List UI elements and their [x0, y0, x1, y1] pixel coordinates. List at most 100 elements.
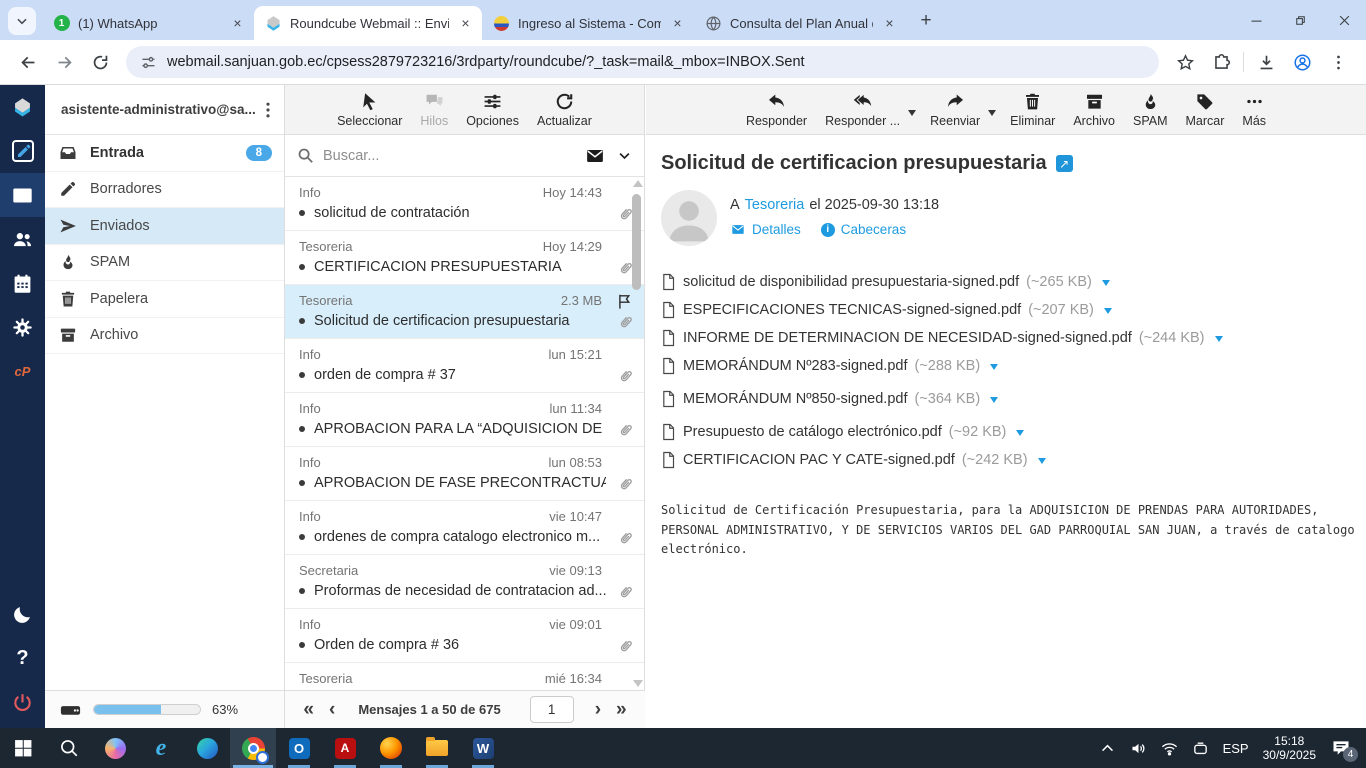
folder-item[interactable]: Entrada 8: [45, 135, 284, 172]
attachment-name[interactable]: MEMORÁNDUM Nº283-signed.pdf: [683, 352, 907, 380]
message-row[interactable]: Info lun 15:21 orden de compra # 37: [285, 339, 644, 393]
message-row[interactable]: Info Hoy 14:43 solicitud de contratación: [285, 177, 644, 231]
profile-button[interactable]: [1286, 46, 1318, 78]
attachment-menu-caret-icon[interactable]: [990, 364, 999, 374]
message-toolbar-button[interactable]: Responder ...: [820, 88, 917, 132]
message-row[interactable]: Tesoreria 2.3 MB Solicitud de certificac…: [285, 285, 644, 339]
message-row[interactable]: Info vie 09:01 Orden de compra # 36: [285, 609, 644, 663]
folder-item[interactable]: Papelera: [45, 281, 284, 318]
scrollbar-thumb[interactable]: [632, 194, 641, 290]
word-button[interactable]: W: [460, 728, 506, 768]
message-row[interactable]: Tesoreria Hoy 14:29 CERTIFICACION PRESUP…: [285, 231, 644, 285]
scroll-down-arrow[interactable]: [633, 680, 643, 687]
help-button[interactable]: ?: [0, 636, 45, 680]
search-input[interactable]: [323, 147, 575, 164]
open-in-new-window-icon[interactable]: ↗: [1055, 155, 1073, 172]
browser-tab[interactable]: 1 (1) WhatsApp ×: [42, 6, 254, 40]
acrobat-button[interactable]: A: [322, 728, 368, 768]
taskbar-search-button[interactable]: [46, 728, 92, 768]
folder-menu-icon[interactable]: [258, 100, 278, 120]
attachment-name[interactable]: CERTIFICACION PAC Y CATE-signed.pdf: [683, 446, 955, 474]
attachment-menu-caret-icon[interactable]: [1214, 336, 1223, 346]
dropdown-caret-icon[interactable]: [988, 109, 997, 120]
tab-close-icon[interactable]: ×: [229, 15, 246, 32]
volume-icon[interactable]: [1130, 740, 1147, 757]
message-toolbar-button[interactable]: Responder: [741, 88, 812, 132]
message-toolbar-button[interactable]: Eliminar: [1005, 88, 1060, 132]
attachment-name[interactable]: ESPECIFICACIONES TECNICAS-signed-signed.…: [683, 296, 1021, 324]
tab-close-icon[interactable]: ×: [457, 15, 474, 32]
minimize-button[interactable]: [1234, 0, 1278, 40]
restore-button[interactable]: [1278, 0, 1322, 40]
list-toolbar-button[interactable]: Actualizar: [532, 88, 597, 132]
message-toolbar-button[interactable]: Más: [1237, 88, 1271, 132]
clock[interactable]: 15:18 30/9/2025: [1263, 734, 1316, 762]
list-toolbar-button[interactable]: Seleccionar: [332, 88, 407, 132]
scroll-up-arrow[interactable]: [633, 180, 643, 187]
folder-item[interactable]: Enviados: [45, 208, 284, 245]
outlook-button[interactable]: O: [276, 728, 322, 768]
notification-center-button[interactable]: 4: [1330, 738, 1358, 762]
attachment-item[interactable]: INFORME DE DETERMINACION DE NECESIDAD-si…: [661, 324, 1346, 352]
close-button[interactable]: [1322, 0, 1366, 40]
logout-button[interactable]: [0, 680, 45, 724]
calendar-nav-button[interactable]: [0, 261, 45, 305]
browser-tab[interactable]: Consulta del Plan Anual de Con ×: [694, 6, 906, 40]
attachment-name[interactable]: INFORME DE DETERMINACION DE NECESIDAD-si…: [683, 324, 1132, 352]
message-row[interactable]: Secretaria vie 09:13 Proformas de necesi…: [285, 555, 644, 609]
message-row[interactable]: Info vie 10:47 ordenes de compra catalog…: [285, 501, 644, 555]
attachment-item[interactable]: MEMORÁNDUM Nº850-signed.pdf (~364 KB): [661, 385, 999, 413]
message-toolbar-button[interactable]: Archivo: [1068, 88, 1120, 132]
reload-button[interactable]: [84, 46, 116, 78]
list-toolbar-button[interactable]: Opciones: [461, 88, 524, 132]
folder-item[interactable]: SPAM: [45, 245, 284, 281]
list-scrollbar[interactable]: [631, 180, 643, 687]
message-row[interactable]: Info lun 11:34 APROBACION PARA LA “ADQUI…: [285, 393, 644, 447]
downloads-button[interactable]: [1250, 46, 1282, 78]
meet-now-icon[interactable]: [1192, 740, 1209, 757]
browser-tab[interactable]: Ingreso al Sistema - Compras P ×: [482, 6, 694, 40]
headers-link[interactable]: i Cabeceras: [820, 222, 906, 237]
settings-nav-button[interactable]: [0, 305, 45, 349]
site-info-icon[interactable]: [140, 54, 157, 71]
browser-tab[interactable]: Roundcube Webmail :: Enviados ×: [254, 6, 482, 40]
mail-nav-button[interactable]: [0, 173, 45, 217]
attachment-menu-caret-icon[interactable]: [1101, 280, 1110, 290]
message-toolbar-button[interactable]: Marcar: [1181, 88, 1230, 132]
start-button[interactable]: [0, 728, 46, 768]
search-scope-icon[interactable]: [584, 147, 606, 165]
language-indicator[interactable]: ESP: [1223, 741, 1249, 756]
firefox-button[interactable]: [368, 728, 414, 768]
forward-button[interactable]: [48, 46, 80, 78]
last-page-button[interactable]: »: [616, 700, 627, 719]
copilot-button[interactable]: [92, 728, 138, 768]
attachment-menu-caret-icon[interactable]: [1016, 430, 1025, 440]
file-explorer-button[interactable]: [414, 728, 460, 768]
folder-item[interactable]: Borradores: [45, 172, 284, 208]
message-row[interactable]: Info lun 08:53 APROBACION DE FASE PRECON…: [285, 447, 644, 501]
edge-button[interactable]: [184, 728, 230, 768]
new-tab-button[interactable]: +: [912, 7, 940, 35]
browser-menu-button[interactable]: [1322, 46, 1354, 78]
address-bar[interactable]: webmail.sanjuan.gob.ec/cpsess2879723216/…: [126, 46, 1159, 78]
contacts-nav-button[interactable]: [0, 217, 45, 261]
attachment-name[interactable]: MEMORÁNDUM Nº850-signed.pdf: [683, 385, 907, 413]
details-link[interactable]: Detalles: [730, 222, 801, 237]
attachment-item[interactable]: solicitud de disponibilidad presupuestar…: [661, 268, 1346, 296]
message-toolbar-button[interactable]: SPAM: [1128, 88, 1173, 132]
prev-page-button[interactable]: ‹: [329, 700, 335, 719]
attachment-name[interactable]: solicitud de disponibilidad presupuestar…: [683, 268, 1019, 296]
attachment-menu-caret-icon[interactable]: [1037, 458, 1046, 468]
attachment-item[interactable]: CERTIFICACION PAC Y CATE-signed.pdf (~24…: [661, 446, 1346, 474]
tab-close-icon[interactable]: ×: [669, 15, 686, 32]
message-row[interactable]: Tesoreria mié 16:34: [285, 663, 644, 690]
tab-close-icon[interactable]: ×: [881, 15, 898, 32]
tab-search-button[interactable]: [8, 7, 36, 35]
attachment-menu-caret-icon[interactable]: [990, 397, 999, 407]
list-toolbar-button[interactable]: Hilos: [415, 88, 453, 132]
compose-button[interactable]: [0, 129, 45, 173]
internet-explorer-button[interactable]: e: [138, 728, 184, 768]
bookmark-button[interactable]: [1169, 46, 1201, 78]
chrome-button[interactable]: [230, 728, 276, 768]
attachment-item[interactable]: MEMORÁNDUM Nº283-signed.pdf (~288 KB): [661, 352, 999, 380]
